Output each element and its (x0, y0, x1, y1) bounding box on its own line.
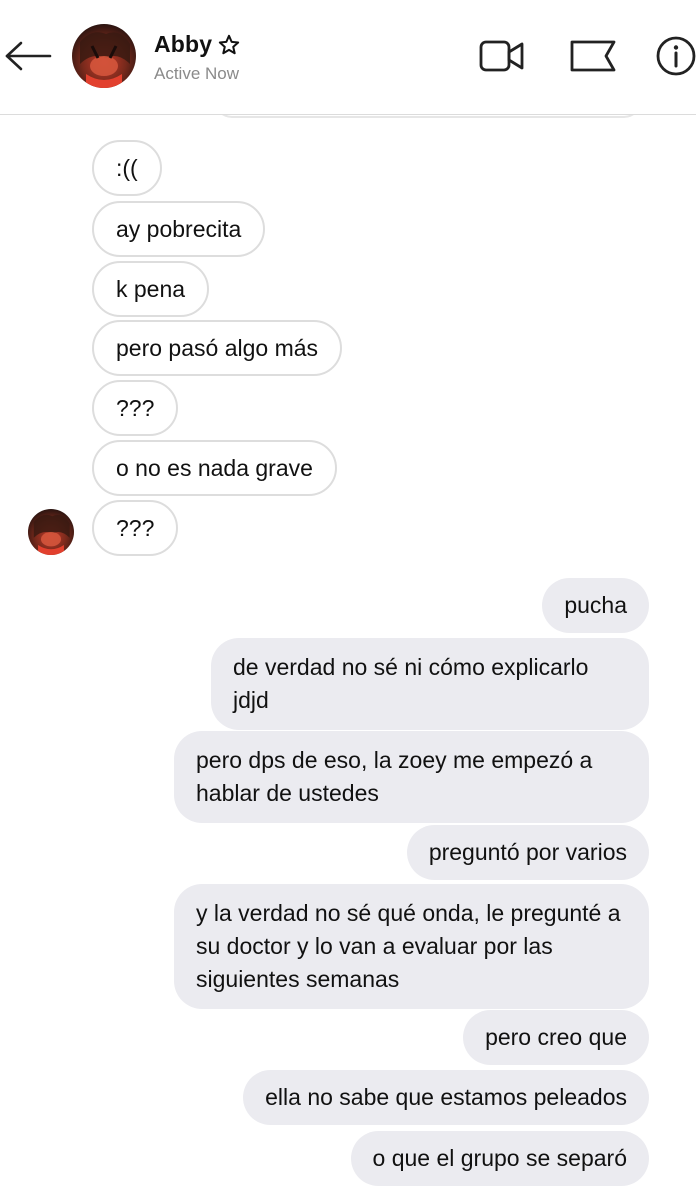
contact-name: Abby (154, 31, 213, 57)
sent-message[interactable]: o que el grupo se separó (350, 1131, 649, 1186)
back-button[interactable] (2, 36, 54, 76)
star-outline-icon (219, 34, 240, 54)
chat-header: Abby Active Now (0, 0, 696, 115)
flag-icon (570, 40, 616, 72)
video-call-button[interactable] (476, 32, 528, 80)
info-icon (656, 36, 696, 76)
contact-name-row[interactable]: Abby (154, 31, 240, 58)
flag-button[interactable] (566, 32, 620, 80)
sent-message[interactable]: y la verdad no sé qué onda, le pregunté … (174, 884, 649, 1009)
received-message[interactable]: :(( (92, 140, 162, 196)
video-camera-icon (479, 40, 524, 72)
received-message[interactable]: o no es nada grave (92, 440, 337, 496)
info-button[interactable] (652, 32, 696, 80)
chat-screen: Abby Active Now :(( ay pobrecita k pena … (0, 0, 696, 1200)
active-status: Active Now (154, 64, 240, 83)
sender-avatar[interactable] (28, 509, 74, 555)
sent-message[interactable]: pucha (542, 578, 649, 633)
sent-message[interactable]: preguntó por varios (406, 825, 649, 880)
sent-message[interactable]: ella no sabe que estamos peleados (243, 1070, 649, 1125)
sent-message[interactable]: pero creo que (463, 1010, 649, 1065)
arrow-left-icon (5, 41, 52, 71)
sent-message[interactable]: de verdad no sé ni cómo explicarlo jdjd (211, 638, 649, 730)
received-message[interactable]: ??? (92, 500, 179, 556)
received-message[interactable]: ay pobrecita (92, 201, 266, 257)
received-message[interactable]: pero pasó algo más (92, 320, 343, 376)
received-message[interactable]: k pena (92, 261, 210, 317)
sent-message[interactable]: pero dps de eso, la zoey me empezó a hab… (174, 731, 649, 823)
received-message[interactable]: ??? (92, 380, 179, 436)
contact-avatar[interactable] (72, 24, 136, 88)
